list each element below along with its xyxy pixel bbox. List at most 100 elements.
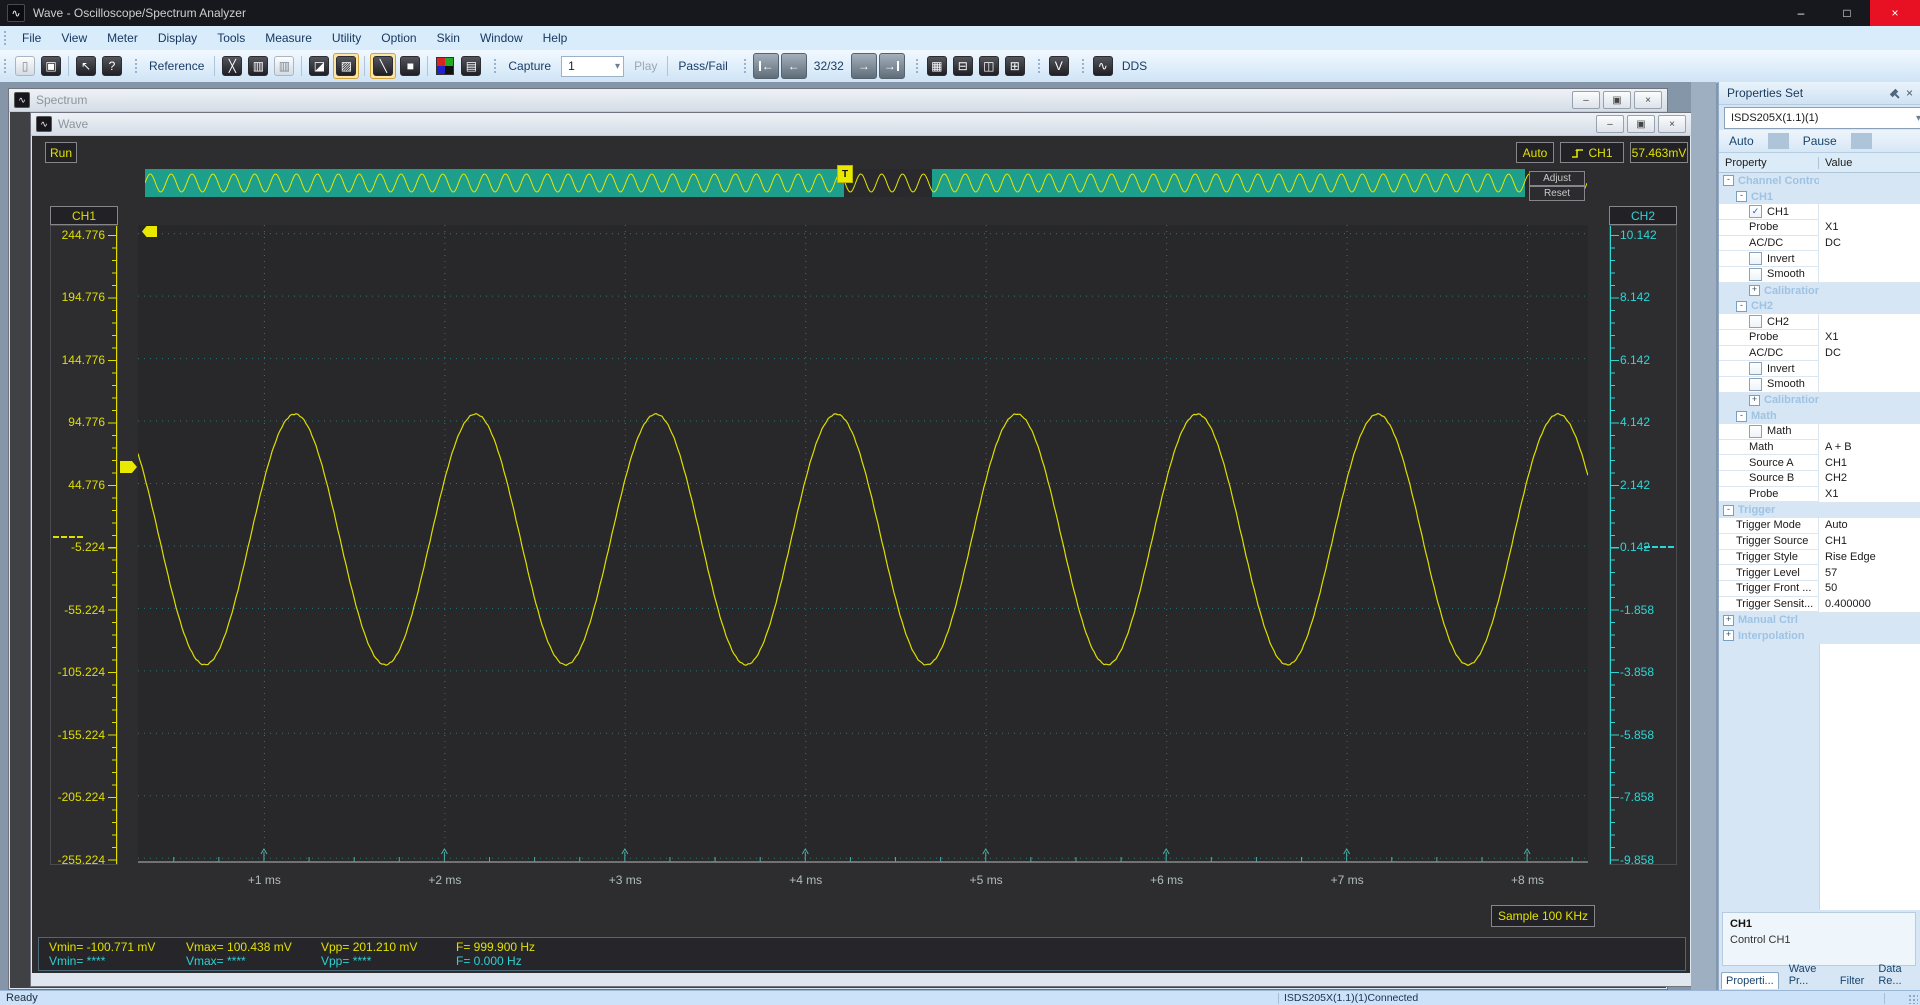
- property-row-trigger[interactable]: - Trigger: [1719, 502, 1920, 518]
- overview-adjust-button[interactable]: Adjust: [1529, 171, 1585, 186]
- close-button[interactable]: ×: [1870, 0, 1920, 26]
- property-row-channel-control[interactable]: - Channel Control: [1719, 173, 1920, 189]
- panel-tab-data-re[interactable]: Data Re...: [1874, 961, 1919, 989]
- wave-window[interactable]: ∿ Wave – ▣ × Run Auto CH1 57.463mV T Adj…: [30, 112, 1692, 987]
- ch2-axis-scale-area[interactable]: 10.142 8.142 6.142 4.142 2.142 0.142 -1.858 -3.…: [1609, 225, 1677, 867]
- help-icon[interactable]: ?: [100, 54, 124, 78]
- menu-file[interactable]: File: [12, 26, 51, 50]
- next-frame-icon[interactable]: →: [850, 53, 877, 79]
- arrange-icons-icon[interactable]: ⊞: [1003, 54, 1027, 78]
- menu-help[interactable]: Help: [533, 26, 578, 50]
- menu-display[interactable]: Display: [148, 26, 207, 50]
- panel-tab-filter[interactable]: Filter: [1836, 973, 1868, 989]
- property-value[interactable]: CH1: [1819, 533, 1920, 550]
- pin-icon[interactable]: [1889, 88, 1899, 98]
- trigger-channel-badge[interactable]: CH1: [1560, 142, 1624, 163]
- ch1-axis-scale-area[interactable]: 244.776 194.776 144.776 94.776 44.776 -5.224 -…: [50, 225, 118, 867]
- tile-horizontal-icon[interactable]: ⊟: [951, 54, 975, 78]
- collapse-box[interactable]: -: [1736, 410, 1747, 422]
- props-pause-button[interactable]: Pause: [1793, 134, 1847, 148]
- expand-box[interactable]: +: [1749, 285, 1760, 297]
- property-row-invert[interactable]: Invert: [1719, 250, 1920, 268]
- property-row-trigger-level[interactable]: Trigger Level 57: [1719, 564, 1920, 582]
- capture-overview-strip[interactable]: T Adjust Reset: [145, 165, 1587, 201]
- wave-window-close-button[interactable]: ×: [1658, 115, 1686, 133]
- property-value[interactable]: 57: [1819, 564, 1920, 582]
- trigger-mode-badge[interactable]: Auto: [1516, 142, 1554, 163]
- property-value[interactable]: CH1: [1819, 454, 1920, 472]
- prev-frame-icon[interactable]: ←: [780, 53, 807, 79]
- resize-grip[interactable]: [1908, 994, 1918, 1004]
- property-row-interpolation[interactable]: + Interpolation: [1719, 628, 1920, 644]
- expand-box[interactable]: +: [1749, 394, 1760, 406]
- property-value[interactable]: X1: [1819, 486, 1920, 503]
- collapse-box[interactable]: -: [1736, 191, 1747, 203]
- overview-reset-button[interactable]: Reset: [1529, 186, 1585, 201]
- wave-window-minimize-button[interactable]: –: [1596, 115, 1624, 133]
- checkbox-smooth[interactable]: [1749, 377, 1762, 391]
- capture-select[interactable]: 1 ▾: [561, 55, 625, 77]
- property-row-manual-ctrl[interactable]: + Manual Ctrl: [1719, 612, 1920, 628]
- panel-tab-wave-pr[interactable]: Wave Pr...: [1785, 961, 1830, 989]
- checkbox-math[interactable]: [1749, 424, 1762, 438]
- menu-meter[interactable]: Meter: [97, 26, 148, 50]
- property-row-trigger-sensit[interactable]: Trigger Sensit... 0.400000: [1719, 596, 1920, 613]
- property-row-source-b[interactable]: Source B CH2: [1719, 470, 1920, 488]
- palette-icon[interactable]: [433, 54, 457, 78]
- voltage-button[interactable]: V: [1047, 54, 1071, 78]
- collapse-box[interactable]: -: [1723, 175, 1734, 187]
- property-row-calibration[interactable]: + Calibration: [1719, 283, 1920, 299]
- props-auto-button[interactable]: Auto: [1719, 134, 1764, 148]
- collapse-box[interactable]: -: [1723, 504, 1734, 516]
- xy-mode-icon[interactable]: ╳: [220, 54, 244, 78]
- property-row-math[interactable]: Math: [1719, 423, 1920, 441]
- ch1-ground-marker[interactable]: [53, 536, 83, 538]
- spectrum-view-icon[interactable]: ▨: [333, 53, 360, 79]
- panel-splitter[interactable]: [1691, 82, 1716, 990]
- checkbox-invert[interactable]: [1749, 362, 1762, 376]
- capture-label[interactable]: Capture: [502, 59, 557, 73]
- spectrum-window-restore-button[interactable]: ▣: [1603, 91, 1631, 109]
- save-icon[interactable]: ▣: [39, 54, 63, 78]
- waveform-plot[interactable]: [138, 225, 1588, 863]
- device-select[interactable]: ISDS205X(1.1)(1) ▾: [1724, 107, 1920, 129]
- wave-window-restore-button[interactable]: ▣: [1627, 115, 1655, 133]
- property-row-ch2[interactable]: - CH2: [1719, 299, 1920, 315]
- trigger-position-flag[interactable]: T: [837, 165, 853, 183]
- property-value[interactable]: X1: [1819, 329, 1920, 347]
- spectrum-window-titlebar[interactable]: ∿ Spectrum – ▣ ×: [9, 89, 1667, 112]
- property-value[interactable]: DC: [1819, 235, 1920, 252]
- property-row-ch1[interactable]: - CH1: [1719, 189, 1920, 205]
- pointer-back-icon[interactable]: ↖: [74, 54, 98, 78]
- property-row-probe[interactable]: Probe X1: [1719, 219, 1920, 237]
- wave-window-titlebar[interactable]: ∿ Wave – ▣ ×: [31, 113, 1691, 136]
- property-row-trigger-source[interactable]: Trigger Source CH1: [1719, 533, 1920, 550]
- property-value[interactable]: X1: [1819, 219, 1920, 237]
- run-button[interactable]: Run: [45, 142, 77, 163]
- property-row-ac-dc[interactable]: AC/DC DC: [1719, 345, 1920, 362]
- property-value[interactable]: 0.400000: [1819, 596, 1920, 613]
- checkbox-smooth[interactable]: [1749, 267, 1762, 281]
- expand-box[interactable]: +: [1723, 614, 1734, 626]
- property-row-invert[interactable]: Invert: [1719, 360, 1920, 378]
- tile-vertical-icon[interactable]: ◫: [977, 54, 1001, 78]
- property-row-probe[interactable]: Probe X1: [1719, 329, 1920, 347]
- property-row-ch2[interactable]: CH2: [1719, 313, 1920, 331]
- trigger-level-marker[interactable]: [120, 461, 137, 473]
- property-row-smooth[interactable]: Smooth: [1719, 376, 1920, 394]
- dds-icon[interactable]: ∿: [1091, 54, 1115, 78]
- property-row-smooth[interactable]: Smooth: [1719, 266, 1920, 284]
- property-value[interactable]: Rise Edge: [1819, 549, 1920, 566]
- property-row-calibration[interactable]: + Calibration: [1719, 393, 1920, 409]
- property-value[interactable]: A + B: [1819, 439, 1920, 456]
- cascade-windows-icon[interactable]: ▦: [925, 54, 949, 78]
- screen-icon[interactable]: ▤: [459, 54, 483, 78]
- property-row-probe[interactable]: Probe X1: [1719, 486, 1920, 503]
- minimize-button[interactable]: –: [1778, 0, 1824, 26]
- ch2-ground-marker[interactable]: [1644, 546, 1674, 548]
- checkbox-ch2[interactable]: [1749, 315, 1762, 329]
- columns-alt-icon[interactable]: ▥: [272, 54, 296, 78]
- menu-measure[interactable]: Measure: [255, 26, 322, 50]
- stop-icon[interactable]: ■: [398, 54, 422, 78]
- checkbox-ch1[interactable]: ✓: [1749, 205, 1762, 219]
